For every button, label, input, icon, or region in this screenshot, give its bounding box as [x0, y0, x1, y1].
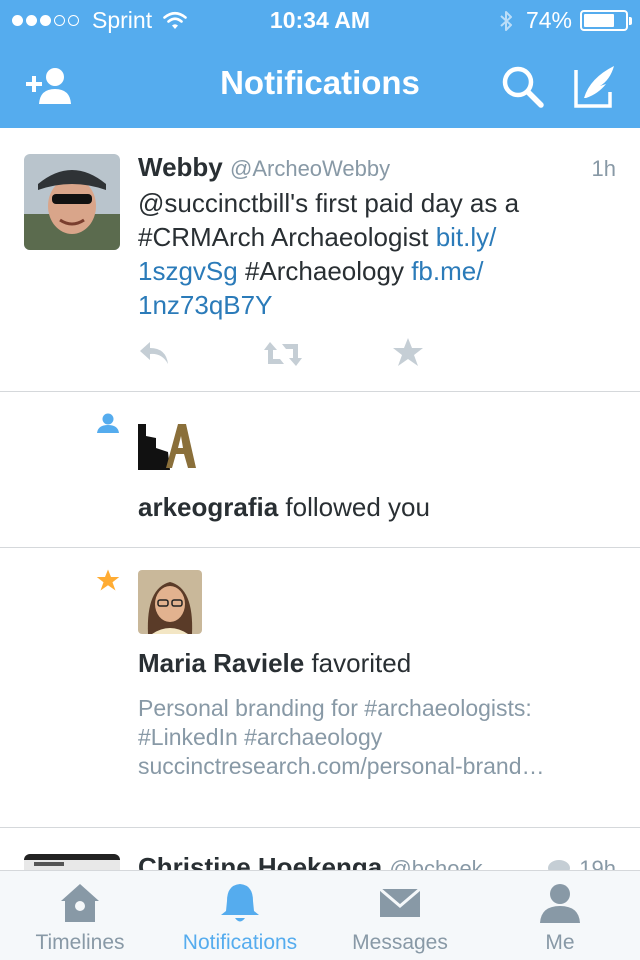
- compose-icon[interactable]: [572, 62, 620, 110]
- bluetooth-icon: [500, 10, 512, 31]
- tweet-link[interactable]: 1szgvSg: [138, 256, 238, 286]
- bell-icon: [221, 884, 259, 922]
- avatar-arkeografia[interactable]: [138, 414, 202, 478]
- battery-percent: 74%: [525, 7, 572, 33]
- envelope-icon: [379, 887, 421, 917]
- tweet-text-segment: #Archaeology: [237, 256, 412, 286]
- tweet-header: Webby @ArcheoWebby: [138, 152, 390, 183]
- tab-messages[interactable]: Messages: [320, 871, 480, 960]
- tweet-text-segment: #CRMArch Archaeologist: [138, 222, 436, 252]
- tweet-text-line: @succinctbill's first paid day as a: [138, 186, 608, 220]
- star-icon: [96, 569, 120, 591]
- tweet-link[interactable]: bit.ly/: [436, 222, 497, 252]
- nav-bar: Notifications: [0, 40, 640, 128]
- notification-tweet-partial[interactable]: Christine Hoekenga @bchoek 19h: [0, 828, 640, 870]
- tweet-time-group: 19h: [547, 856, 616, 870]
- follow-action: followed you: [278, 492, 430, 522]
- tweet-author-name[interactable]: Webby: [138, 152, 223, 182]
- follower-name[interactable]: arkeografia: [138, 492, 278, 522]
- follow-text: arkeografia followed you: [138, 492, 430, 523]
- favorite-icon[interactable]: [392, 336, 424, 368]
- favorite-text: Maria Raviele favorited: [138, 648, 411, 679]
- retweet-icon[interactable]: [262, 340, 304, 368]
- notification-follow[interactable]: arkeografia followed you: [0, 392, 640, 548]
- tab-label: Notifications: [182, 931, 298, 954]
- status-bar-right: 74%: [498, 7, 632, 34]
- tab-label: Messages: [352, 931, 448, 954]
- notifications-feed[interactable]: Webby @ArcheoWebby 1h @succinctbill's fi…: [0, 128, 640, 870]
- tweet-author-name[interactable]: Christine Hoekenga: [138, 852, 382, 870]
- tab-me[interactable]: Me: [480, 871, 640, 960]
- profile-icon: [540, 884, 580, 923]
- tweet-time: 19h: [579, 856, 616, 870]
- tab-bar: Timelines Notifications Messages Me: [0, 870, 640, 960]
- tweet-link[interactable]: 1nz73qB7Y: [138, 290, 272, 320]
- person-icon: [97, 413, 119, 433]
- favorite-action: favorited: [304, 648, 412, 678]
- home-icon: [61, 884, 99, 922]
- tab-label: Me: [545, 931, 575, 954]
- tweet-text-line: 1szgvSg #Archaeology fb.me/: [138, 254, 608, 288]
- tweet-author-handle: @ArcheoWebby: [230, 156, 391, 181]
- tab-label: Timelines: [35, 931, 125, 954]
- favoriter-name[interactable]: Maria Raviele: [138, 648, 304, 678]
- notification-tweet[interactable]: Webby @ArcheoWebby 1h @succinctbill's fi…: [0, 128, 640, 392]
- tab-notifications[interactable]: Notifications: [160, 871, 320, 960]
- tweet-author-handle: @bchoek: [389, 856, 483, 870]
- tweet-text: @succinctbill's first paid day as a #CRMA…: [138, 186, 608, 322]
- app-header: Sprint 10:34 AM 74% Notifications: [0, 0, 640, 128]
- favorited-tweet-line: Personal branding for #archaeologists:: [138, 695, 532, 721]
- search-icon[interactable]: [498, 62, 546, 110]
- favorited-tweet-line: #LinkedIn #archaeology: [138, 724, 383, 750]
- battery-icon: [580, 10, 632, 31]
- status-bar: Sprint 10:34 AM 74%: [0, 0, 640, 40]
- avatar-webby[interactable]: [24, 154, 120, 250]
- tweet-link[interactable]: fb.me/: [411, 256, 483, 286]
- tweet-time: 1h: [591, 156, 616, 181]
- notification-favorite[interactable]: Maria Raviele favorited Personal brandin…: [0, 548, 640, 828]
- tweet-text-segment: @succinctbill's first paid day as a: [138, 188, 520, 218]
- tweet-text-line: #CRMArch Archaeologist bit.ly/: [138, 220, 608, 254]
- tab-timelines[interactable]: Timelines: [0, 871, 160, 960]
- tweet-text-line: 1nz73qB7Y: [138, 288, 608, 322]
- reply-icon[interactable]: [138, 338, 172, 368]
- tweet-header: Christine Hoekenga @bchoek: [138, 852, 483, 870]
- avatar-christine-hoekenga[interactable]: [24, 854, 120, 870]
- favorited-tweet-text[interactable]: Personal branding for #archaeologists: #…: [138, 694, 618, 781]
- conversation-icon: [548, 860, 571, 870]
- avatar-maria-raviele[interactable]: [138, 570, 202, 634]
- favorited-tweet-line: succinctresearch.com/personal-brand…: [138, 753, 545, 779]
